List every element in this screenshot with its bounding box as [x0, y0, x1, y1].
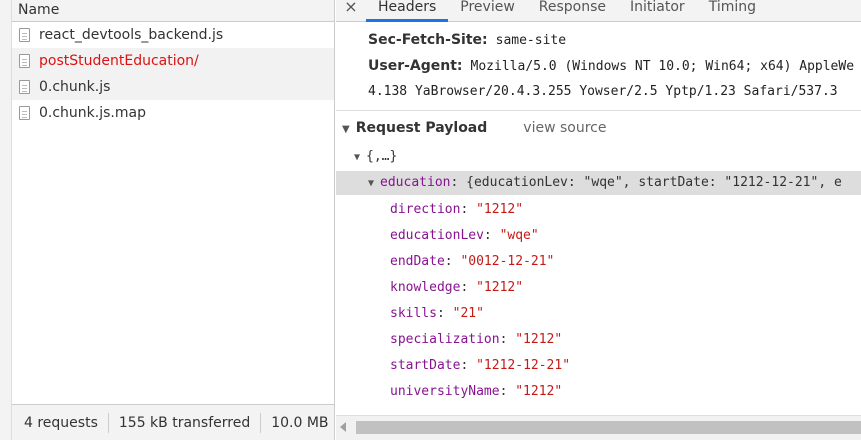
- request-payload-title: Request Payload: [355, 120, 488, 136]
- headers-content: Sec-Fetch-Site: same-site User-Agent: Mozi…: [336, 22, 861, 415]
- tab-preview[interactable]: Preview: [448, 0, 527, 22]
- property-value: "21": [452, 306, 484, 321]
- property-key: startDate: [390, 358, 461, 373]
- property-key: skills: [390, 306, 437, 321]
- request-row[interactable]: postStudentEducation/: [12, 48, 334, 74]
- scrollbar-thumb[interactable]: [356, 421, 861, 434]
- property-value: "1212-12-21": [476, 358, 571, 373]
- request-name: postStudentEducation/: [39, 53, 199, 69]
- name-column-header[interactable]: Name: [12, 0, 334, 22]
- collapse-triangle-icon[interactable]: ▼: [342, 124, 350, 135]
- tab-headers[interactable]: Headers: [366, 0, 449, 22]
- section-divider: [336, 110, 861, 111]
- tab-timing[interactable]: Timing: [697, 0, 768, 22]
- header-key: User-Agent:: [368, 58, 463, 74]
- file-icon: [19, 54, 30, 68]
- tab-initiator[interactable]: Initiator: [618, 0, 697, 22]
- horizontal-scrollbar[interactable]: [336, 415, 861, 440]
- collapse-triangle-icon[interactable]: ▼: [354, 152, 360, 163]
- header-key: Sec-Fetch-Site:: [368, 32, 488, 48]
- property-key: knowledge: [390, 280, 461, 295]
- property-value: "1212": [515, 384, 563, 399]
- property-key: direction: [390, 202, 461, 217]
- request-list: react_devtools_backend.js postStudentEdu…: [12, 22, 334, 126]
- education-summary: {educationLev: "wqe", startDate: "1212-1…: [466, 175, 842, 190]
- collapse-triangle-icon[interactable]: ▼: [368, 172, 374, 196]
- details-tabbar: × Headers Preview Response Initiator Tim…: [336, 0, 861, 22]
- request-name: 0.chunk.js.map: [39, 105, 146, 121]
- header-value: Mozilla/5.0 (Windows NT 10.0; Win64; x64…: [470, 59, 855, 74]
- payload-root[interactable]: ▼ {,…}: [354, 149, 397, 164]
- root-object: {,…}: [366, 149, 398, 164]
- scroll-left-arrow-icon[interactable]: [340, 422, 346, 432]
- property-key: specialization: [390, 332, 500, 347]
- property-key: universityName: [390, 384, 500, 399]
- file-icon: [19, 28, 30, 42]
- education-node[interactable]: ▼ education: {educationLev: "wqe", startD…: [336, 171, 861, 195]
- request-name: 0.chunk.js: [39, 79, 111, 95]
- network-status-bar: 4 requests 155 kB transferred 10.0 MB re: [12, 404, 334, 440]
- property-value: "wqe": [499, 228, 539, 243]
- header-user-agent-continued: 4.138 YaBrowser/20.4.3.255 Yowser/2.5 Yp…: [368, 84, 838, 99]
- resources-size: 10.0 MB re: [261, 413, 334, 433]
- property-value: "1212": [515, 332, 563, 347]
- property-value: "1212": [476, 202, 524, 217]
- request-row[interactable]: react_devtools_backend.js: [12, 22, 334, 48]
- requests-count: 4 requests: [12, 412, 109, 433]
- property-value: "1212": [476, 280, 524, 295]
- header-sec-fetch-site: Sec-Fetch-Site: same-site: [368, 32, 566, 48]
- left-gutter: [0, 0, 12, 440]
- payload-property: educationLev: "wqe": [390, 228, 539, 243]
- request-payload-section[interactable]: ▼ Request Payload view source: [342, 120, 606, 136]
- header-user-agent: User-Agent: Mozilla/5.0 (Windows NT 10.0;…: [368, 58, 854, 74]
- property-key: educationLev: [390, 228, 484, 243]
- payload-property: endDate: "0012-12-21": [390, 254, 555, 269]
- property-key: education: [380, 175, 451, 190]
- file-icon: [19, 106, 30, 120]
- tab-response[interactable]: Response: [527, 0, 618, 22]
- property-key: endDate: [390, 254, 445, 269]
- request-details-pane: × Headers Preview Response Initiator Tim…: [336, 0, 861, 440]
- payload-property: startDate: "1212-12-21": [390, 358, 571, 373]
- request-row[interactable]: 0.chunk.js: [12, 74, 334, 100]
- property-value: "0012-12-21": [460, 254, 555, 269]
- payload-property: skills: "21": [390, 306, 484, 321]
- header-value: same-site: [495, 33, 567, 48]
- close-icon[interactable]: ×: [336, 0, 366, 15]
- request-row[interactable]: 0.chunk.js.map: [12, 100, 334, 126]
- transferred-size: 155 kB transferred: [109, 412, 262, 433]
- view-source-link[interactable]: view source: [523, 120, 606, 136]
- payload-property: universityName: "1212": [390, 384, 563, 399]
- payload-property: direction: "1212": [390, 202, 524, 217]
- request-list-pane: Name react_devtools_backend.js postStude…: [0, 0, 335, 440]
- file-icon: [19, 80, 30, 94]
- payload-property: knowledge: "1212": [390, 280, 524, 295]
- request-name: react_devtools_backend.js: [39, 27, 224, 43]
- payload-property: specialization: "1212": [390, 332, 563, 347]
